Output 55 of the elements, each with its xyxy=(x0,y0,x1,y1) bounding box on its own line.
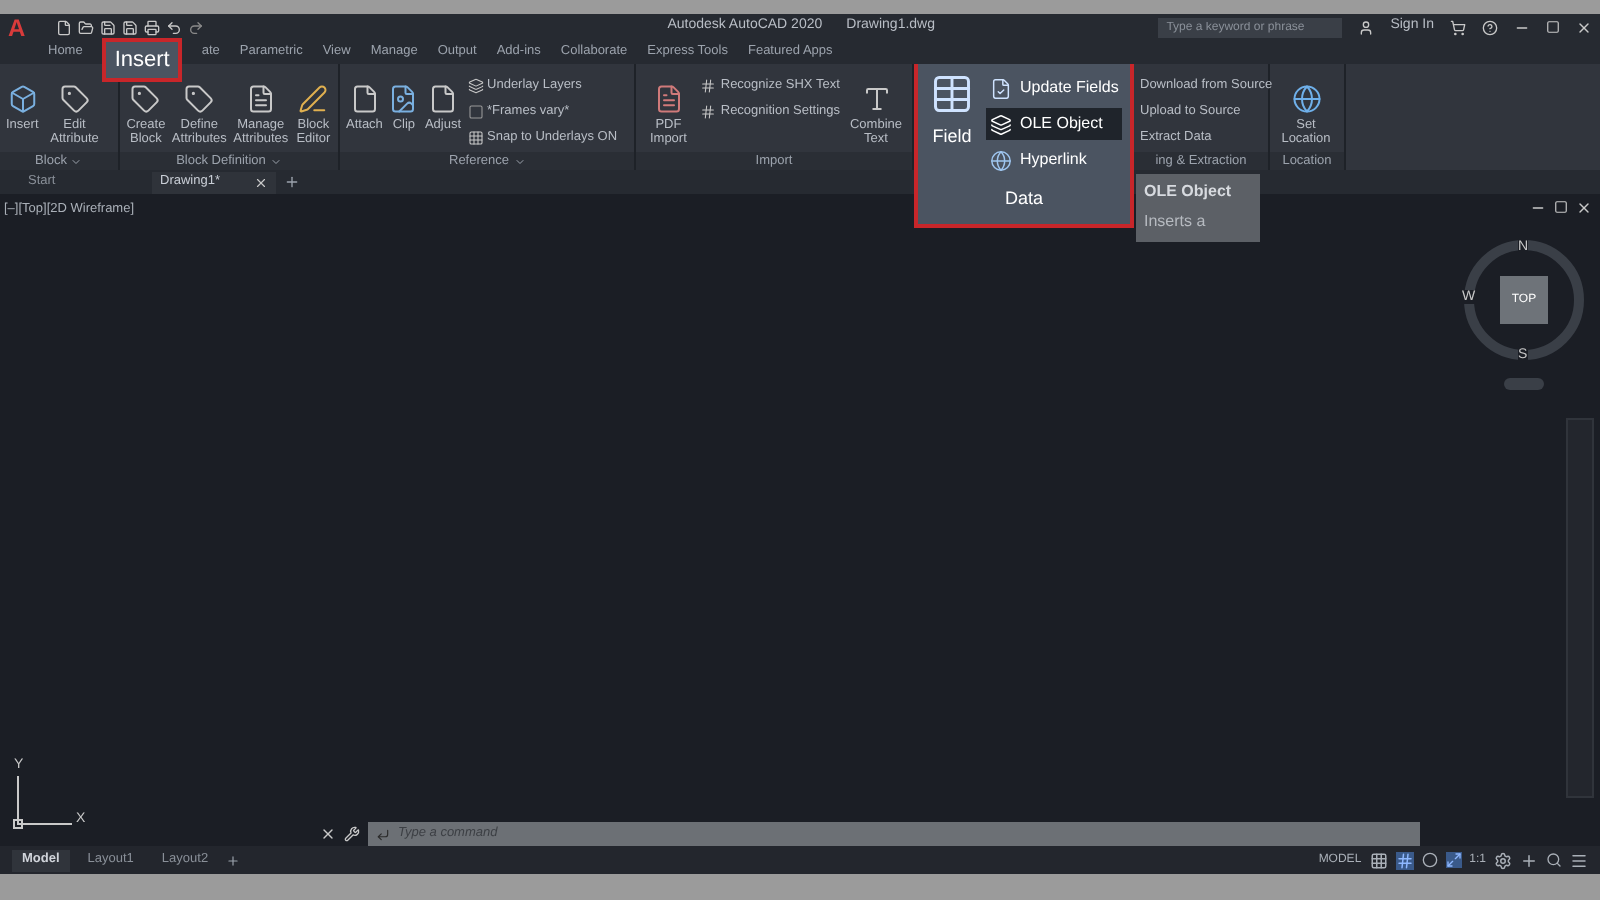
text-icon xyxy=(861,84,891,114)
checkbox-icon xyxy=(467,104,484,120)
cube-icon xyxy=(7,84,38,114)
redo-icon[interactable] xyxy=(188,19,204,35)
restore-icon[interactable] xyxy=(1554,200,1568,214)
caret-icon[interactable] xyxy=(70,155,83,167)
layers-icon xyxy=(990,113,1012,135)
ribbon-button[interactable]: OLE Object xyxy=(986,108,1123,140)
file-icon xyxy=(427,84,458,114)
user-icon[interactable] xyxy=(1358,19,1375,35)
pen-icon xyxy=(298,84,329,114)
restore-icon[interactable] xyxy=(1546,20,1560,34)
undo-icon[interactable] xyxy=(166,19,182,35)
ribbon-button[interactable]: Update Fields xyxy=(986,72,1123,104)
tag-icon xyxy=(59,84,90,114)
caret-icon[interactable] xyxy=(513,155,525,167)
panel-title: Data xyxy=(1004,185,1043,211)
wrench-icon[interactable] xyxy=(344,826,360,842)
new-file-icon[interactable] xyxy=(56,19,72,35)
menu-icon[interactable] xyxy=(1570,851,1588,869)
grid-icon[interactable] xyxy=(1369,851,1388,869)
new-tab-icon[interactable] xyxy=(284,174,300,190)
grid-icon xyxy=(467,130,484,146)
ribbon-tab[interactable]: Insert xyxy=(102,38,182,82)
tag-icon xyxy=(184,84,215,114)
close-icon[interactable] xyxy=(254,175,268,189)
printer-icon[interactable] xyxy=(144,19,160,35)
folder-icon[interactable] xyxy=(78,19,94,35)
layers-icon xyxy=(467,78,484,94)
cart-icon[interactable] xyxy=(1450,19,1466,35)
tag-icon xyxy=(130,84,161,114)
ribbon-button[interactable]: Hyperlink xyxy=(986,144,1123,176)
globe-icon xyxy=(990,149,1012,171)
command-icon xyxy=(376,827,390,841)
file-check-icon xyxy=(990,77,1012,99)
settings-icon[interactable] xyxy=(1494,851,1512,869)
polar-icon[interactable] xyxy=(1421,852,1438,868)
close-icon[interactable] xyxy=(1576,200,1592,216)
document-icon xyxy=(245,84,276,114)
search-icon[interactable] xyxy=(1546,852,1562,868)
help-icon[interactable] xyxy=(1482,19,1498,35)
image-file-icon xyxy=(388,84,419,114)
close-icon[interactable] xyxy=(1576,19,1592,35)
file-icon xyxy=(349,84,380,114)
tooltip-title: OLE Object xyxy=(1144,180,1234,204)
caret-icon[interactable] xyxy=(269,155,282,167)
save-as-icon[interactable] xyxy=(122,19,138,35)
globe-icon xyxy=(1291,84,1321,114)
save-icon[interactable] xyxy=(100,19,116,35)
tooltip-text: Inserts a xyxy=(1144,210,1208,234)
new-layout-icon[interactable] xyxy=(226,853,241,867)
table-icon xyxy=(930,72,974,116)
plus-icon[interactable] xyxy=(1520,851,1538,869)
pdf-file-icon xyxy=(653,84,684,114)
close-icon[interactable] xyxy=(320,826,336,842)
